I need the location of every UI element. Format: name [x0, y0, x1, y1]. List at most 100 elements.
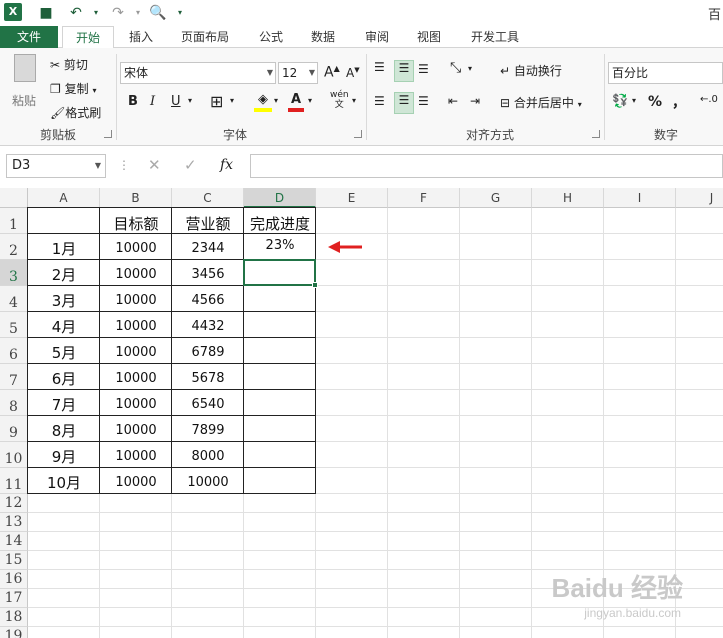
- tab-review[interactable]: 审阅: [354, 26, 400, 48]
- month-cell[interactable]: 2月: [28, 260, 100, 286]
- header-cell[interactable]: 完成进度: [244, 208, 316, 234]
- align-center-icon[interactable]: ☰: [394, 92, 414, 114]
- fill-handle[interactable]: [312, 282, 318, 288]
- header-cell[interactable]: [28, 208, 100, 234]
- redo-dropdown-icon[interactable]: ▾: [128, 3, 148, 23]
- font-color-icon[interactable]: A: [288, 92, 304, 112]
- align-bottom-icon[interactable]: ☰: [418, 62, 436, 82]
- column-header-g[interactable]: G: [460, 188, 532, 208]
- data-cell[interactable]: [244, 468, 316, 494]
- active-cell-indicator[interactable]: [243, 259, 316, 286]
- increase-indent-icon[interactable]: ⇥: [470, 94, 480, 108]
- name-box[interactable]: D3 ▼: [6, 154, 106, 178]
- redo-icon[interactable]: ↷: [108, 3, 128, 23]
- row-header-7[interactable]: 7: [0, 364, 28, 390]
- data-cell[interactable]: [244, 312, 316, 338]
- currency-dropdown-icon[interactable]: ▾: [632, 96, 636, 105]
- align-middle-icon[interactable]: ☰: [394, 60, 414, 82]
- data-cell[interactable]: [244, 442, 316, 468]
- row-header-6[interactable]: 6: [0, 338, 28, 364]
- data-cell[interactable]: [244, 416, 316, 442]
- month-cell[interactable]: 5月: [28, 338, 100, 364]
- data-cell[interactable]: [244, 364, 316, 390]
- data-cell[interactable]: 3456: [172, 260, 244, 286]
- data-cell[interactable]: 10000: [172, 468, 244, 494]
- row-header-1[interactable]: 1: [0, 208, 28, 234]
- cancel-icon[interactable]: ✕: [148, 156, 161, 174]
- tab-data[interactable]: 数据: [300, 26, 346, 48]
- data-cell[interactable]: [244, 338, 316, 364]
- fill-color-icon[interactable]: ◈: [254, 92, 272, 112]
- row-header-11[interactable]: 11: [0, 468, 28, 494]
- tab-home[interactable]: 开始: [62, 26, 114, 49]
- format-painter-button[interactable]: 🖌格式刷: [50, 104, 101, 121]
- column-header-d[interactable]: D: [244, 188, 316, 208]
- wrap-text-button[interactable]: ↵ 自动换行: [500, 62, 562, 79]
- font-color-dropdown-icon[interactable]: ▾: [308, 96, 312, 105]
- month-cell[interactable]: 6月: [28, 364, 100, 390]
- data-cell[interactable]: 10000: [100, 286, 172, 312]
- row-header-12[interactable]: 12: [0, 494, 28, 513]
- row-header-8[interactable]: 8: [0, 390, 28, 416]
- data-cell[interactable]: 5678: [172, 364, 244, 390]
- column-header-e[interactable]: E: [316, 188, 388, 208]
- save-icon[interactable]: ■: [36, 3, 56, 23]
- tab-file[interactable]: 文件: [0, 26, 58, 48]
- data-cell[interactable]: 10000: [100, 312, 172, 338]
- confirm-icon[interactable]: ✓: [184, 156, 197, 174]
- row-header-3[interactable]: 3: [0, 260, 28, 286]
- phonetic-dropdown-icon[interactable]: ▾: [352, 96, 356, 105]
- header-cell[interactable]: 营业额: [172, 208, 244, 234]
- row-header-9[interactable]: 9: [0, 416, 28, 442]
- data-cell[interactable]: 10000: [100, 442, 172, 468]
- decrease-font-icon[interactable]: A▼: [346, 66, 360, 80]
- tab-insert[interactable]: 插入: [118, 26, 164, 48]
- font-size-select[interactable]: 12 ▼: [278, 62, 318, 84]
- row-header-17[interactable]: 17: [0, 589, 28, 608]
- data-cell[interactable]: [244, 286, 316, 312]
- header-cell[interactable]: 目标额: [100, 208, 172, 234]
- bold-button[interactable]: B: [128, 94, 138, 109]
- column-header-h[interactable]: H: [532, 188, 604, 208]
- italic-button[interactable]: I: [150, 94, 155, 109]
- copy-button[interactable]: ❐ 复制 ▾: [50, 80, 96, 97]
- data-cell[interactable]: 2344: [172, 234, 244, 260]
- undo-dropdown-icon[interactable]: ▾: [86, 3, 106, 23]
- data-cell[interactable]: 7899: [172, 416, 244, 442]
- undo-icon[interactable]: ↶: [66, 3, 86, 23]
- data-cell[interactable]: 10000: [100, 416, 172, 442]
- row-header-14[interactable]: 14: [0, 532, 28, 551]
- column-header-a[interactable]: A: [28, 188, 100, 208]
- tab-formulas[interactable]: 公式: [248, 26, 294, 48]
- paste-button[interactable]: 粘贴: [12, 92, 36, 109]
- month-cell[interactable]: 4月: [28, 312, 100, 338]
- select-all-button[interactable]: [0, 188, 28, 208]
- month-cell[interactable]: 1月: [28, 234, 100, 260]
- column-header-j[interactable]: J: [676, 188, 723, 208]
- cut-button[interactable]: ✂ 剪切: [50, 56, 88, 73]
- formula-input[interactable]: [250, 154, 723, 178]
- data-cell[interactable]: 6540: [172, 390, 244, 416]
- underline-dropdown-icon[interactable]: ▾: [188, 96, 192, 105]
- column-header-c[interactable]: C: [172, 188, 244, 208]
- alignment-launcher-icon[interactable]: [592, 130, 600, 138]
- data-cell[interactable]: 4566: [172, 286, 244, 312]
- orientation-icon[interactable]: ⤡: [450, 60, 461, 76]
- paste-icon[interactable]: [10, 54, 40, 90]
- increase-font-icon[interactable]: A▲: [324, 64, 340, 81]
- data-cell[interactable]: 10000: [100, 390, 172, 416]
- data-cell[interactable]: [244, 390, 316, 416]
- column-header-i[interactable]: I: [604, 188, 676, 208]
- row-header-13[interactable]: 13: [0, 513, 28, 532]
- data-cell[interactable]: 6789: [172, 338, 244, 364]
- row-header-2[interactable]: 2: [0, 234, 28, 260]
- data-cell[interactable]: 10000: [100, 468, 172, 494]
- data-cell[interactable]: 10000: [100, 260, 172, 286]
- row-header-10[interactable]: 10: [0, 442, 28, 468]
- merge-center-button[interactable]: ⊟ 合并后居中 ▾: [500, 94, 582, 111]
- number-format-select[interactable]: 百分比: [608, 62, 723, 84]
- month-cell[interactable]: 8月: [28, 416, 100, 442]
- worksheet[interactable]: A B C D E F G H I J 1 2 3 4 5 6 7 8 9 10 11 12 13 14 15 16 17 18 19 目…: [0, 188, 723, 638]
- underline-button[interactable]: U: [171, 94, 181, 109]
- row-header-5[interactable]: 5: [0, 312, 28, 338]
